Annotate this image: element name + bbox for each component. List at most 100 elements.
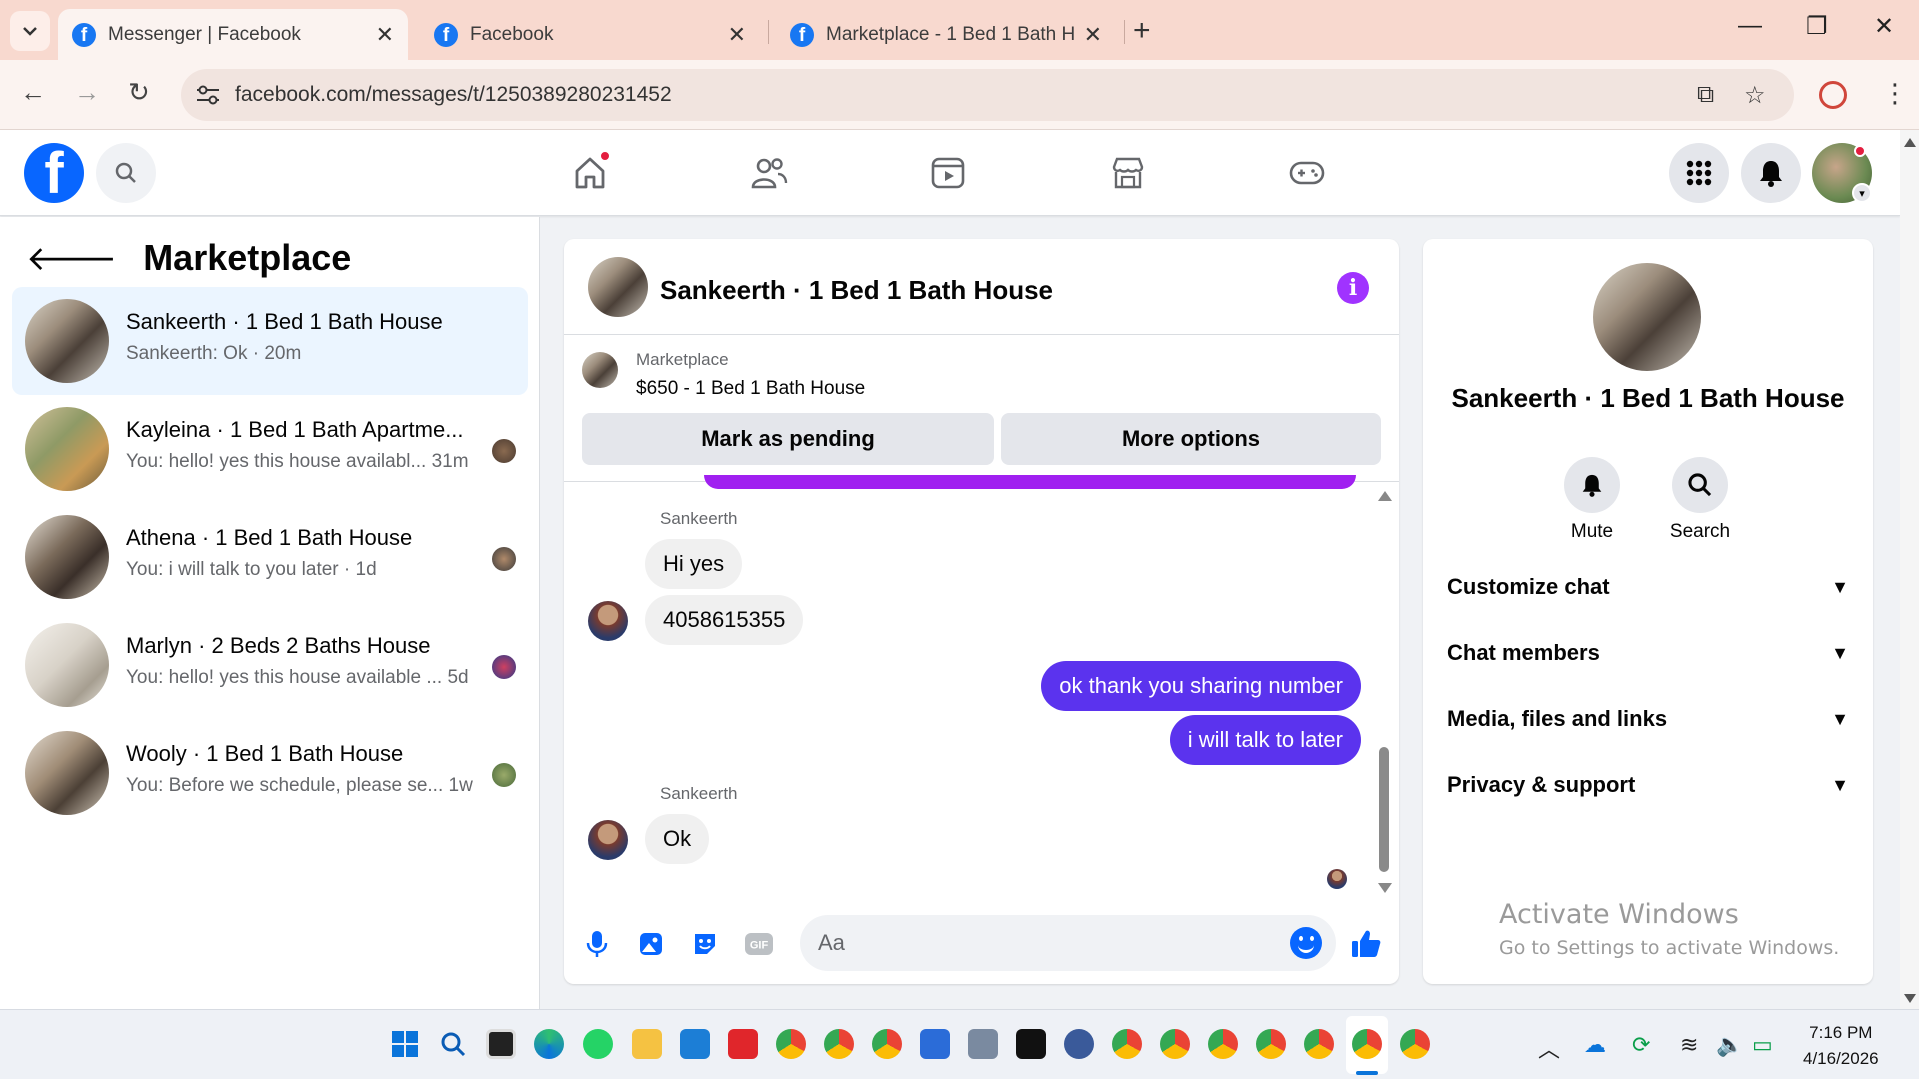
close-tab-icon[interactable]: ✕ [728,22,746,48]
chat-avatar[interactable] [588,257,648,317]
emoji-icon[interactable] [1290,927,1322,959]
conversation-item[interactable]: Marlyn · 2 Beds 2 Baths House You: hello… [12,611,528,719]
message-bubble-incoming[interactable]: Ok [645,814,710,864]
scroll-down-arrow-icon[interactable] [1378,883,1392,893]
message-bubble-incoming[interactable]: 4058615355 [645,595,804,645]
taskbar-search-icon[interactable] [438,1029,468,1059]
show-hidden-icons-chevron-icon[interactable]: ︿ [1538,1032,1560,1064]
address-bar[interactable]: facebook.com/messages/t/1250389280231452… [181,69,1794,121]
chrome-icon[interactable] [1112,1029,1142,1059]
facebook-logo[interactable]: f [24,143,84,203]
conversation-item[interactable]: Wooly · 1 Bed 1 Bath House You: Before w… [12,719,528,827]
page-scrollbar[interactable] [1900,130,1919,1009]
minimize-icon[interactable]: — [1738,12,1762,40]
whatsapp-icon[interactable] [583,1029,613,1059]
nav-video[interactable] [925,150,971,196]
section-privacy-support[interactable]: Privacy & support ▼ [1447,765,1849,805]
task-view-icon[interactable] [486,1029,516,1059]
chrome-icon[interactable] [1400,1029,1430,1059]
send-like-button[interactable] [1349,927,1383,961]
facebook-search-button[interactable] [96,143,156,203]
listing-thumbnail[interactable] [582,352,618,388]
tab-marketplace[interactable]: f Marketplace - 1 Bed 1 Bath House ✕ [776,9,1116,60]
new-tab-plus-icon[interactable]: + [1133,14,1151,48]
back-arrow-icon[interactable]: ← [20,77,46,108]
url-text[interactable]: facebook.com/messages/t/1250389280231452 [235,83,672,107]
battery-icon[interactable]: ▭ [1752,1032,1773,1058]
sticker-button[interactable] [688,927,722,961]
listing-price-title[interactable]: $650 - 1 Bed 1 Bath House [636,378,865,400]
section-chat-members[interactable]: Chat members ▼ [1447,633,1849,673]
chrome-icon[interactable] [1304,1029,1334,1059]
chrome-icon[interactable] [872,1029,902,1059]
tab-search-dropdown[interactable] [10,11,50,51]
nav-gaming[interactable] [1284,150,1330,196]
forward-arrow-icon[interactable]: → [74,77,100,108]
conversation-item[interactable]: Sankeerth · 1 Bed 1 Bath House Sankeerth… [12,287,528,395]
scroll-down-arrow-icon[interactable] [1904,994,1916,1003]
search-action[interactable]: Search [1655,457,1745,543]
chat-scrollbar[interactable] [1378,491,1392,893]
message-input[interactable] [818,927,1278,959]
profile-avatar[interactable] [1593,263,1701,371]
scroll-up-arrow-icon[interactable] [1904,138,1916,147]
chat-title[interactable]: Sankeerth · 1 Bed 1 Bath House [660,275,1053,306]
wps-office-icon[interactable] [728,1029,758,1059]
section-customize-chat[interactable]: Customize chat ▼ [1447,567,1849,607]
volume-icon[interactable]: 🔈 [1716,1032,1743,1058]
browser-menu-icon[interactable]: ⋮ [1882,78,1908,109]
account-avatar[interactable]: ▾ [1812,143,1872,203]
mark-as-pending-button[interactable]: Mark as pending [582,413,994,465]
restore-icon[interactable]: ❐ [1806,12,1828,41]
gif-button[interactable]: GIF [742,927,776,961]
edge-browser-icon[interactable] [534,1029,564,1059]
tab-messenger[interactable]: f Messenger | Facebook ✕ [58,9,408,60]
browser-profile-icon[interactable] [1819,81,1847,109]
app-icon[interactable] [1064,1029,1094,1059]
nav-friends[interactable] [746,150,792,196]
bookmark-star-icon[interactable]: ☆ [1744,81,1766,110]
nav-marketplace[interactable] [1105,150,1151,196]
install-app-icon[interactable]: ⧉ [1697,81,1714,109]
message-composer[interactable] [800,915,1336,971]
capcut-icon[interactable] [1016,1029,1046,1059]
windows-start-icon[interactable] [390,1029,420,1059]
chrome-icon[interactable] [1208,1029,1238,1059]
chrome-icon[interactable] [1256,1029,1286,1059]
message-bubble-outgoing[interactable]: ok thank you sharing number [1041,661,1361,711]
menu-button[interactable] [1669,143,1729,203]
section-media-files-links[interactable]: Media, files and links ▼ [1447,699,1849,739]
back-arrow-icon[interactable]: 🡐 [26,238,117,279]
message-bubble-incoming[interactable]: Hi yes [645,539,743,589]
sender-avatar[interactable] [588,820,628,860]
conversation-item[interactable]: Athena · 1 Bed 1 Bath House You: i will … [12,503,528,611]
system-clock[interactable]: 7:16 PM 4/16/2026 [1803,1020,1879,1072]
app-icon[interactable] [920,1029,950,1059]
more-options-button[interactable]: More options [1001,413,1381,465]
scroll-up-arrow-icon[interactable] [1378,491,1392,501]
close-tab-icon[interactable]: ✕ [1084,22,1102,48]
file-explorer-icon[interactable] [632,1029,662,1059]
attach-photo-button[interactable] [634,927,668,961]
site-settings-icon[interactable] [195,83,221,107]
chrome-icon[interactable] [824,1029,854,1059]
onedrive-cloud-icon[interactable]: ☁ [1584,1032,1606,1058]
sender-avatar[interactable] [588,601,628,641]
sync-icon[interactable]: ⟳ [1632,1032,1650,1058]
wifi-icon[interactable]: ≋ [1680,1032,1698,1058]
chrome-icon[interactable] [1160,1029,1190,1059]
message-bubble-outgoing[interactable]: i will talk to later [1169,715,1361,765]
close-tab-icon[interactable]: ✕ [376,22,394,48]
notifications-button[interactable] [1741,143,1801,203]
conversation-item[interactable]: Kayleina · 1 Bed 1 Bath Apartme... You: … [12,395,528,503]
scrollbar-thumb[interactable] [1379,747,1389,872]
calculator-icon[interactable] [968,1029,998,1059]
chrome-icon[interactable] [1352,1029,1382,1059]
close-window-icon[interactable]: ✕ [1874,12,1894,41]
voice-clip-button[interactable] [580,927,614,961]
mute-action[interactable]: Mute [1547,457,1637,543]
reload-icon[interactable]: ↻ [128,77,150,108]
chrome-icon[interactable] [776,1029,806,1059]
info-icon[interactable]: i [1337,272,1369,304]
nav-home[interactable] [567,150,613,196]
